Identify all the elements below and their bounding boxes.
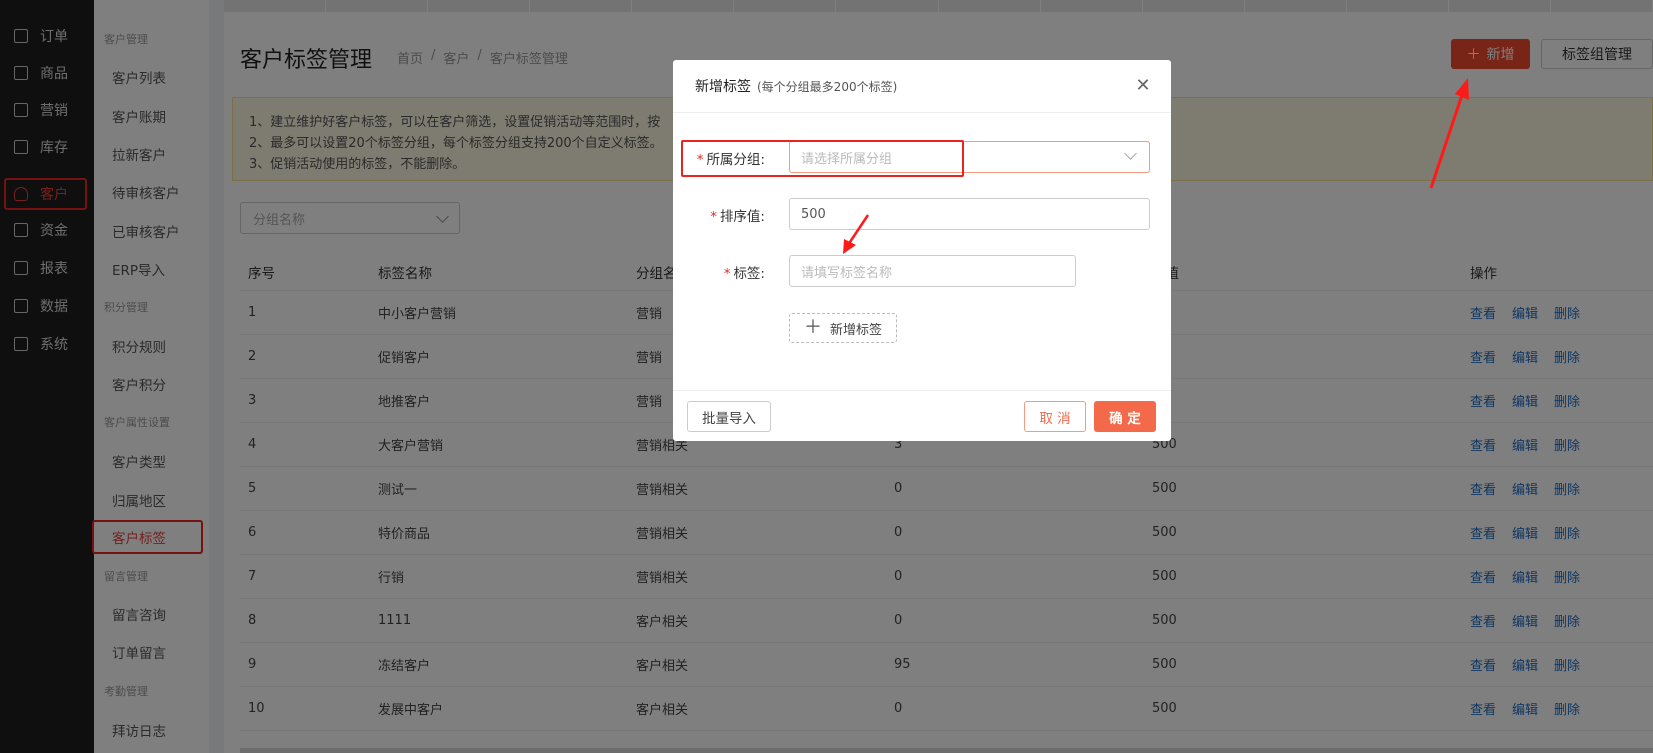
chevron-down-icon	[1124, 147, 1137, 160]
highlight-box	[681, 140, 964, 177]
confirm-button[interactable]: 确 定	[1094, 401, 1156, 432]
sort-label-text: 排序值:	[719, 209, 765, 225]
required-mark: *	[723, 266, 731, 282]
close-icon[interactable]: ✕	[1133, 76, 1153, 96]
cancel-button[interactable]: 取 消	[1024, 401, 1086, 432]
batch-import-button[interactable]: 批量导入	[687, 401, 771, 432]
add-tag-label: 新增标签	[829, 322, 882, 338]
sort-value-input[interactable]: 500	[789, 198, 1150, 230]
tag-label-text: 标签:	[733, 266, 765, 282]
form-row-sort: * 排序值: 500	[673, 198, 1171, 230]
dialog-footer: 批量导入 取 消 确 定	[673, 390, 1171, 441]
dialog-title: 新增标签	[695, 79, 751, 95]
required-mark: *	[710, 209, 717, 225]
add-tag-button[interactable]: ＋ 新增标签	[789, 313, 897, 343]
dialog-subtitle: (每个分组最多200个标签)	[757, 79, 898, 94]
tag-label: * 标签:	[724, 262, 765, 282]
form-row-tag: * 标签: 请填写标签名称	[673, 255, 1171, 287]
tag-name-input[interactable]: 请填写标签名称	[789, 255, 1076, 287]
sort-label: * 排序值:	[710, 205, 765, 225]
plus-icon: ＋	[803, 317, 822, 338]
add-tag-dialog: 新增标签 (每个分组最多200个标签) ✕ * 所属分组: 请选择所属分组 * 排序…	[673, 60, 1171, 441]
dialog-header: 新增标签 (每个分组最多200个标签)	[673, 60, 1171, 113]
